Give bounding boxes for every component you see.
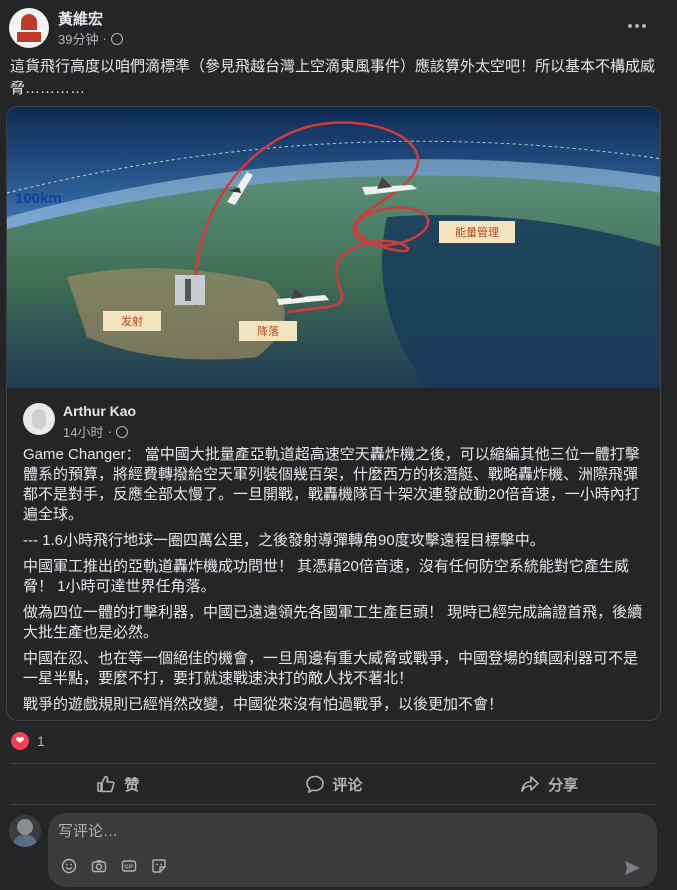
author-avatar[interactable] bbox=[9, 8, 49, 48]
post-text: 這貨飛行高度以咱們滴標準（參見飛越台灣上空滴東風事件）應該算外太空吧！所以基本不… bbox=[10, 58, 656, 97]
globe-icon bbox=[115, 425, 128, 438]
like-label: 赞 bbox=[124, 776, 140, 794]
image-label-landing: 降落 bbox=[257, 324, 279, 338]
shared-paragraph: 做為四位一體的打擊利器，中國已遠遠領先各國軍工生產巨頭！ 現時已經完成論證首飛，… bbox=[23, 604, 643, 641]
post-time[interactable]: 39分钟 bbox=[58, 29, 98, 48]
shared-post-card[interactable]: 100km 发射 降落 能量管理 Arthur Kao 14小时 · Game … bbox=[6, 106, 661, 721]
image-label-launch: 发射 bbox=[121, 314, 143, 328]
globe-icon bbox=[110, 32, 123, 45]
meta-separator: · bbox=[107, 424, 112, 439]
more-options-icon[interactable] bbox=[625, 14, 649, 38]
shared-post-meta: 14小时 · bbox=[63, 422, 128, 441]
like-button[interactable]: 赞 bbox=[10, 764, 226, 804]
meta-separator: · bbox=[102, 31, 107, 46]
comment-button[interactable]: 评论 bbox=[226, 764, 442, 804]
gif-label: GIF bbox=[124, 864, 134, 870]
image-label-energy: 能量管理 bbox=[455, 225, 499, 239]
shared-paragraph: 中國在忍、也在等一個絕佳的機會，一旦周邊有重大威脅或戰爭，中國登場的鎮國利器可不… bbox=[23, 650, 639, 687]
commenter-avatar[interactable] bbox=[9, 815, 41, 847]
shared-paragraph: 戰爭的遊戲規則已經悄然改變，中國從來沒有怕過戰爭，以後更加不會！ bbox=[23, 696, 504, 713]
shared-post-time[interactable]: 14小时 bbox=[63, 422, 103, 441]
shared-paragraph: --- 1.6小時飛行地球一圈四萬公里，之後發射導彈轉角90度攻擊遠程目標擊中。 bbox=[23, 532, 545, 549]
send-icon[interactable] bbox=[623, 859, 641, 877]
shared-post-image[interactable]: 100km 发射 降落 能量管理 bbox=[7, 107, 660, 388]
comment-input[interactable] bbox=[58, 821, 638, 841]
gif-icon[interactable]: GIF bbox=[120, 857, 138, 875]
share-icon bbox=[521, 776, 539, 792]
post-header: 黃維宏 39分钟 · bbox=[0, 0, 677, 52]
share-button[interactable]: 分享 bbox=[441, 764, 657, 804]
comment-tools: GIF bbox=[60, 857, 168, 875]
thumbs-up-icon bbox=[97, 775, 115, 793]
post-meta: 39分钟 · bbox=[58, 29, 123, 48]
comment-label: 评论 bbox=[332, 776, 363, 794]
share-label: 分享 bbox=[548, 776, 579, 794]
reaction-summary[interactable]: ❤ 1 bbox=[11, 732, 45, 750]
shared-author-name[interactable]: Arthur Kao bbox=[63, 403, 136, 419]
heart-reaction-icon: ❤ bbox=[11, 732, 29, 750]
comment-icon bbox=[305, 775, 324, 794]
sticker-icon[interactable] bbox=[150, 857, 168, 875]
emoji-icon[interactable] bbox=[60, 857, 78, 875]
comment-composer: GIF bbox=[48, 813, 657, 887]
shared-paragraph: Game Changer： 當中國大批量產亞軌道超高速空天轟炸機之後，可以縮編其… bbox=[23, 446, 640, 523]
altitude-label: 100km bbox=[15, 190, 62, 207]
divider bbox=[10, 804, 657, 805]
action-bar: 赞 评论 分享 bbox=[10, 764, 657, 804]
trajectory-illustration: 100km 发射 降落 能量管理 bbox=[7, 107, 660, 388]
shared-paragraph: 中國軍工推出的亞軌道轟炸機成功問世！ 其憑藉20倍音速，沒有任何防空系統能對它產… bbox=[23, 558, 629, 595]
shared-author-avatar[interactable] bbox=[23, 403, 55, 435]
author-name[interactable]: 黃維宏 bbox=[58, 8, 103, 29]
reaction-count: 1 bbox=[37, 733, 45, 749]
camera-icon[interactable] bbox=[90, 857, 108, 875]
shared-post-body: Game Changer： 當中國大批量產亞軌道超高速空天轟炸機之後，可以縮編其… bbox=[23, 445, 648, 720]
